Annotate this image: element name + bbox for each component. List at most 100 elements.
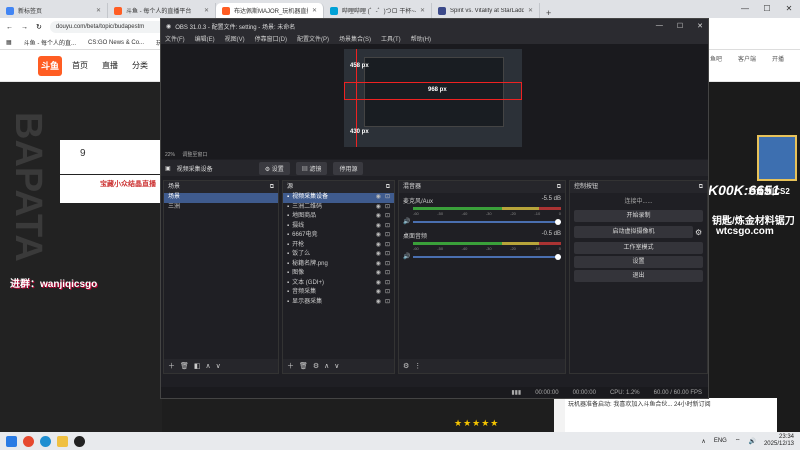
source-item[interactable]: ▪ 视频采集设备 ◉ ⊡ [283, 193, 394, 203]
chevron-up-icon[interactable]: ∧ [701, 438, 705, 445]
lock-icon[interactable]: ⊡ [385, 260, 390, 270]
close-icon[interactable]: ✕ [204, 7, 209, 14]
volume-icon[interactable]: 🔊 [403, 218, 410, 225]
nav-live[interactable]: 直播 [102, 60, 118, 71]
browser-tab[interactable]: 斗鱼 - 每个人的直播平台 ✕ [108, 3, 216, 18]
obs-preview[interactable]: 458 px 968 px 430 px [161, 44, 708, 151]
deactivate-source-button[interactable]: 停用源 [333, 161, 364, 175]
lock-icon[interactable]: ⊡ [385, 212, 390, 222]
obs-taskbar-icon[interactable] [74, 435, 85, 447]
move-down-icon[interactable]: ∨ [334, 362, 339, 370]
start-recording-button[interactable]: 开始录制 [574, 210, 703, 222]
visibility-eye-icon[interactable]: ◉ [376, 212, 381, 222]
reload-icon[interactable]: ↻ [36, 23, 42, 31]
studio-mode-button[interactable]: 工作室模式 [574, 242, 703, 254]
windows-start-icon[interactable] [6, 435, 17, 447]
gear-icon[interactable]: ⚙ [695, 228, 707, 237]
browser-tab[interactable]: 新标签页 ✕ [0, 3, 108, 18]
apps-icon[interactable]: ▦ [6, 39, 12, 46]
lock-icon[interactable]: ⊡ [385, 231, 390, 241]
maximize-icon[interactable]: ☐ [756, 0, 778, 18]
close-icon[interactable]: ✕ [778, 0, 800, 18]
source-item[interactable]: ▪ 开枪 ◉ ⊡ [283, 241, 394, 251]
menu-help[interactable]: 帮助(H) [411, 34, 431, 43]
new-tab-button[interactable]: + [540, 8, 557, 18]
back-icon[interactable]: ← [6, 24, 13, 31]
menu-file[interactable]: 文件(F) [165, 34, 185, 43]
move-down-icon[interactable]: ∨ [216, 362, 221, 370]
add-icon[interactable]: ＋ [287, 361, 294, 371]
source-item[interactable]: ▪ 饭了么 ◉ ⊡ [283, 250, 394, 260]
close-icon[interactable]: ✕ [528, 7, 533, 14]
volume-slider[interactable] [413, 253, 561, 260]
language-indicator[interactable]: ENG [714, 438, 727, 444]
douyu-logo[interactable]: 斗鱼 [38, 56, 62, 76]
forward-icon[interactable]: → [21, 24, 28, 31]
maximize-icon[interactable]: ☐ [677, 22, 683, 30]
bookmark-item[interactable]: 斗鱼 - 每个人的直... [24, 38, 76, 47]
source-item[interactable]: ▪ 摄线 ◉ ⊡ [283, 222, 394, 232]
visibility-eye-icon[interactable]: ◉ [376, 203, 381, 213]
source-item[interactable]: ▪ 文本 (GDI+) ◉ ⊡ [283, 279, 394, 289]
visibility-eye-icon[interactable]: ◉ [376, 193, 381, 203]
source-filters-button[interactable]: ▤ 滤镜 [295, 161, 328, 175]
lock-icon[interactable]: ⊡ [385, 288, 390, 298]
zoom-fit-select[interactable]: 调整至窗口 [182, 152, 207, 158]
source-item[interactable]: ▪ 地图商品 ◉ ⊡ [283, 212, 394, 222]
close-icon[interactable]: ✕ [312, 7, 317, 14]
nav-yuba[interactable]: 鱼吧 [710, 54, 722, 63]
clock[interactable]: 23:34 2025/12/13 [764, 434, 794, 448]
minimize-icon[interactable]: — [734, 0, 756, 18]
browser-tab[interactable]: 哔哩哔哩 (゜-゜)つロ 干杯~- ✕ [324, 3, 432, 18]
source-item[interactable]: ▪ 三洲二维码 ◉ ⊡ [283, 203, 394, 213]
visibility-eye-icon[interactable]: ◉ [376, 260, 381, 270]
volume-slider[interactable] [413, 218, 561, 225]
lock-icon[interactable]: ⊡ [385, 279, 390, 289]
visibility-eye-icon[interactable]: ◉ [376, 241, 381, 251]
move-up-icon[interactable]: ∧ [324, 362, 329, 370]
scene-item[interactable]: 场景 [164, 193, 278, 203]
nav-home[interactable]: 首页 [72, 60, 88, 71]
lock-icon[interactable]: ⊡ [385, 298, 390, 308]
remove-icon[interactable]: 🗑 [180, 362, 189, 370]
nav-category[interactable]: 分类 [132, 60, 148, 71]
menu-docks[interactable]: 停靠窗口(D) [255, 34, 287, 43]
volume-icon[interactable]: 🔊 [403, 253, 410, 260]
undock-icon[interactable]: ⧉ [270, 181, 274, 193]
lock-icon[interactable]: ⊡ [385, 241, 390, 251]
filter-icon[interactable]: ◧ [194, 362, 201, 370]
visibility-eye-icon[interactable]: ◉ [376, 250, 381, 260]
preview-canvas[interactable]: 458 px 968 px 430 px [344, 49, 522, 147]
volume-knob[interactable] [555, 218, 561, 225]
remove-icon[interactable]: 🗑 [299, 362, 308, 370]
settings-button[interactable]: 设置 [574, 256, 703, 268]
menu-view[interactable]: 视图(V) [225, 34, 245, 43]
edge-icon[interactable] [40, 435, 51, 447]
menu-profile[interactable]: 配置文件(P) [297, 34, 329, 43]
undock-icon[interactable]: ⧉ [386, 181, 390, 193]
close-icon[interactable]: ✕ [96, 7, 101, 14]
source-item[interactable]: ▪ 秘籍名牌.png ◉ ⊡ [283, 260, 394, 270]
source-item[interactable]: ▪ 图像 ◉ ⊡ [283, 269, 394, 279]
bookmark-item[interactable]: CS:GO News & Co... [88, 40, 144, 46]
nav-broadcast[interactable]: 开播 [772, 54, 784, 63]
visibility-eye-icon[interactable]: ◉ [376, 288, 381, 298]
network-icon[interactable]: ⌔ [735, 437, 741, 445]
add-icon[interactable]: ＋ [168, 361, 175, 371]
source-settings-button[interactable]: ⚙ 设置 [258, 161, 290, 175]
menu-tools[interactable]: 工具(T) [381, 34, 401, 43]
visibility-eye-icon[interactable]: ◉ [376, 269, 381, 279]
minimize-icon[interactable]: — [656, 22, 663, 30]
visibility-eye-icon[interactable]: ◉ [376, 279, 381, 289]
folder-icon[interactable] [57, 435, 68, 447]
undock-icon[interactable]: ⧉ [557, 181, 561, 193]
visibility-eye-icon[interactable]: ◉ [376, 222, 381, 232]
menu-edit[interactable]: 编辑(E) [195, 34, 215, 43]
lock-icon[interactable]: ⊡ [385, 250, 390, 260]
close-icon[interactable]: ✕ [420, 7, 425, 14]
volume-knob[interactable] [555, 253, 561, 260]
source-item[interactable]: ▪ 6667电竞 ◉ ⊡ [283, 231, 394, 241]
more-icon[interactable]: ⋮ [414, 362, 421, 370]
close-icon[interactable]: ✕ [697, 22, 703, 30]
browser-tab[interactable]: Spirit vs. Vitality at StarLadde ✕ [432, 3, 540, 18]
